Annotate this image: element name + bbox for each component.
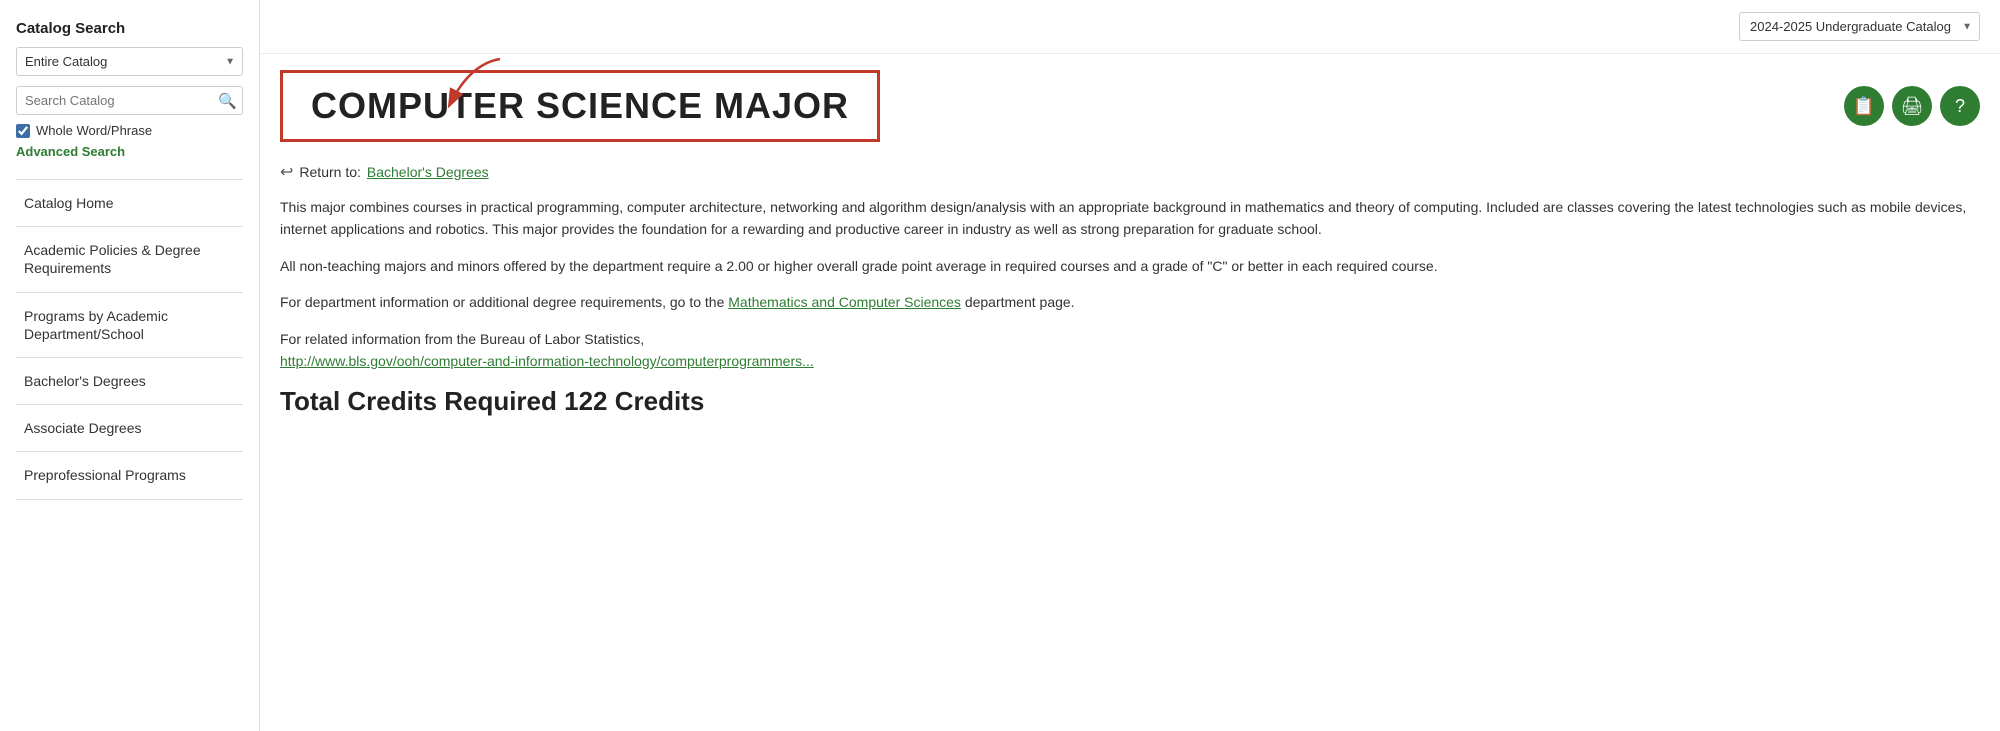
copy-icon: 📋 xyxy=(1853,96,1875,117)
bls-link[interactable]: http://www.bls.gov/ooh/computer-and-info… xyxy=(280,350,1980,372)
nav-item-catalog-home: Catalog Home xyxy=(16,180,243,227)
return-arrow-icon: ↩ xyxy=(280,162,293,182)
nav-item-bachelors: Bachelor's Degrees xyxy=(16,358,243,405)
nav-item-academic-policies: Academic Policies & Degree Requirements xyxy=(16,227,243,292)
nav-link-academic-policies[interactable]: Academic Policies & Degree Requirements xyxy=(16,227,243,291)
description-paragraph-2: All non-teaching majors and minors offer… xyxy=(280,255,1980,277)
total-credits-heading: Total Credits Required 122 Credits xyxy=(280,386,1980,417)
advanced-search-link[interactable]: Advanced Search xyxy=(16,144,243,159)
nav-link-bachelors[interactable]: Bachelor's Degrees xyxy=(16,358,243,404)
return-text: Return to: xyxy=(299,164,360,180)
catalog-year-select-wrapper: 2024-2025 Undergraduate Catalog 2023-202… xyxy=(1739,12,1980,41)
nav-item-programs: Programs by Academic Department/School xyxy=(16,293,243,358)
top-bar: 2024-2025 Undergraduate Catalog 2023-202… xyxy=(260,0,2000,54)
content-body: ↩ Return to: Bachelor's Degrees This maj… xyxy=(260,152,2000,447)
whole-word-text: Whole Word/Phrase xyxy=(36,123,152,138)
math-cs-link[interactable]: Mathematics and Computer Sciences xyxy=(728,294,961,310)
page-header-area: COMPUTER SCIENCE MAJOR 📋 🖨 ? xyxy=(260,54,2000,152)
help-button[interactable]: ? xyxy=(1940,86,1980,126)
action-icons: 📋 🖨 ? xyxy=(1844,70,1980,142)
nav-item-associate: Associate Degrees xyxy=(16,405,243,452)
description-paragraph-4: For related information from the Bureau … xyxy=(280,328,1980,373)
nav-link-programs[interactable]: Programs by Academic Department/School xyxy=(16,293,243,357)
page-title: COMPUTER SCIENCE MAJOR xyxy=(311,85,849,127)
whole-word-checkbox[interactable] xyxy=(16,124,30,138)
catalog-select-wrapper: Entire Catalog Courses Programs ▼ xyxy=(16,47,243,76)
print-icon: 🖨 xyxy=(1901,96,1924,117)
catalog-select[interactable]: Entire Catalog Courses Programs xyxy=(16,47,243,76)
description-4-prefix: For related information from the Bureau … xyxy=(280,331,644,347)
whole-word-label[interactable]: Whole Word/Phrase xyxy=(16,123,243,138)
main-content: 2024-2025 Undergraduate Catalog 2023-202… xyxy=(260,0,2000,731)
nav-link-preprofessional[interactable]: Preprofessional Programs xyxy=(16,452,243,498)
return-link[interactable]: Bachelor's Degrees xyxy=(367,164,489,180)
nav-link-catalog-home[interactable]: Catalog Home xyxy=(16,180,243,226)
description-3-prefix: For department information or additional… xyxy=(280,294,724,310)
search-wrapper: 🔍 xyxy=(16,86,243,115)
description-paragraph-3: For department information or additional… xyxy=(280,291,1980,313)
nav-link-associate[interactable]: Associate Degrees xyxy=(16,405,243,451)
help-icon: ? xyxy=(1955,96,1965,117)
search-input[interactable] xyxy=(16,86,243,115)
page-title-box: COMPUTER SCIENCE MAJOR xyxy=(280,70,880,142)
nav-item-preprofessional: Preprofessional Programs xyxy=(16,452,243,499)
description-3-suffix: department page. xyxy=(965,294,1075,310)
return-link-row: ↩ Return to: Bachelor's Degrees xyxy=(280,162,1980,182)
copy-button[interactable]: 📋 xyxy=(1844,86,1884,126)
print-button[interactable]: 🖨 xyxy=(1892,86,1932,126)
catalog-year-select[interactable]: 2024-2025 Undergraduate Catalog 2023-202… xyxy=(1739,12,1980,41)
search-button[interactable]: 🔍 xyxy=(218,92,237,110)
nav-list: Catalog Home Academic Policies & Degree … xyxy=(16,179,243,500)
sidebar-title: Catalog Search xyxy=(16,20,243,37)
sidebar: Catalog Search Entire Catalog Courses Pr… xyxy=(0,0,260,731)
description-paragraph-1: This major combines courses in practical… xyxy=(280,196,1980,241)
